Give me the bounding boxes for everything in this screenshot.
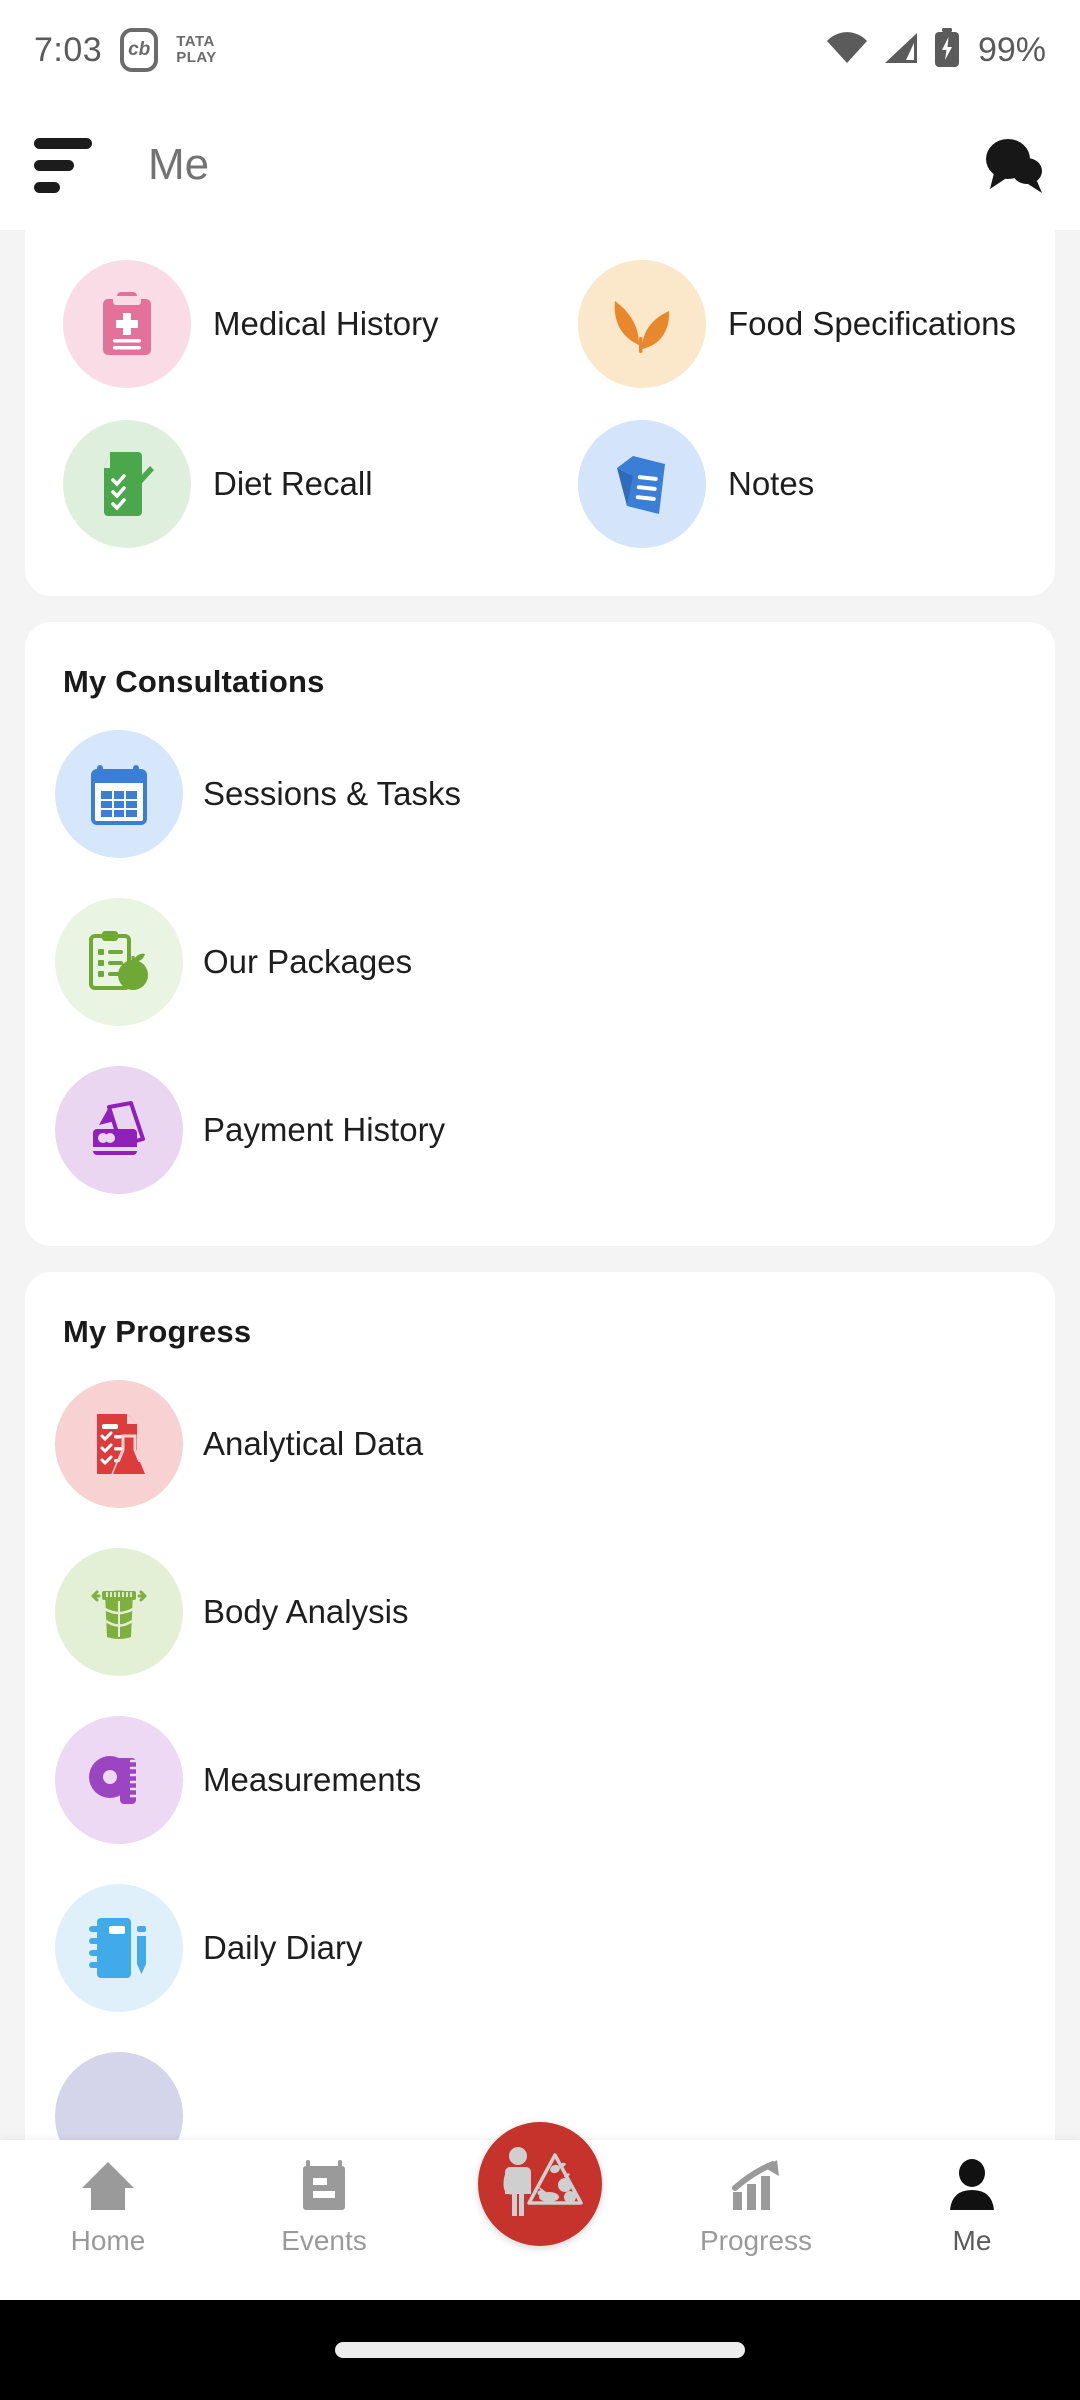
waist-measure-icon	[55, 1548, 183, 1676]
checklist-pen-icon	[63, 420, 191, 548]
list-item-body-analysis[interactable]: Body Analysis	[25, 1528, 1055, 1696]
clipboard-apple-icon	[55, 898, 183, 1026]
status-bar: 7:03 cb TATA PLAY 99%	[0, 0, 1080, 100]
system-gesture-bar	[0, 2300, 1080, 2400]
card-my-consultations: My Consultations Sessions & Tasks Our Pa…	[25, 622, 1055, 1246]
list-item-our-packages[interactable]: Our Packages	[25, 878, 1055, 1046]
progress-chart-icon	[727, 2158, 785, 2219]
grid-item-food-specifications[interactable]: Food Specifications	[540, 244, 1055, 404]
status-bar-left: 7:03 cb TATA PLAY	[34, 28, 217, 72]
nav-item-home[interactable]: Home	[0, 2140, 216, 2257]
tata-play-line2: PLAY	[176, 49, 217, 66]
leaf-sprout-icon	[578, 260, 706, 388]
item-label: Diet Recall	[213, 465, 373, 502]
phone-screen: 7:03 cb TATA PLAY 99% Me Medical History…	[0, 0, 1080, 2400]
item-label: Daily Diary	[203, 1929, 363, 1966]
item-label: Sessions & Tasks	[203, 775, 462, 812]
section-title-progress: My Progress	[63, 1314, 252, 1349]
medical-clipboard-icon	[63, 260, 191, 388]
page-title: Me	[148, 140, 210, 189]
tata-play-logo: TATA PLAY	[176, 34, 217, 66]
tape-measure-icon	[55, 1716, 183, 1844]
list-item-daily-diary[interactable]: Daily Diary	[25, 1864, 1055, 2032]
nav-item-me[interactable]: Me	[864, 2140, 1080, 2257]
item-label: Payment History	[203, 1111, 446, 1148]
cb-app-badge-icon: cb	[120, 28, 159, 72]
battery-percent: 99%	[977, 30, 1046, 69]
list-item-sessions-tasks[interactable]: Sessions & Tasks	[25, 710, 1055, 878]
status-time: 7:03	[34, 30, 103, 69]
nav-label: Home	[70, 2225, 146, 2256]
person-icon	[946, 2158, 998, 2219]
hamburger-bar-3	[34, 181, 60, 193]
calendar-icon	[55, 730, 183, 858]
item-label: Analytical Data	[203, 1425, 424, 1462]
list-item-payment-history[interactable]: Payment History	[25, 1046, 1055, 1214]
app-bar: Me	[0, 100, 1080, 230]
grid-row: Diet Recall Notes	[25, 404, 1055, 564]
cellular-signal-icon	[882, 31, 920, 70]
section-title-consultations: My Consultations	[63, 664, 325, 699]
hamburger-bar-1	[34, 137, 92, 149]
card-my-progress: My Progress Analytical Data Body Analysi…	[25, 1272, 1055, 2160]
chat-bubbles-icon[interactable]	[980, 132, 1046, 198]
nutritionist-food-pyramid-icon	[497, 2143, 583, 2226]
home-icon	[79, 2158, 137, 2219]
item-label: Notes	[728, 465, 815, 502]
scroll-content[interactable]: Medical History Food Specifications Diet…	[0, 230, 1080, 2160]
item-label: Body Analysis	[203, 1593, 409, 1630]
wifi-icon	[826, 31, 868, 69]
card-my-details: Medical History Food Specifications Diet…	[25, 230, 1055, 596]
notebook-pencil-icon	[55, 1884, 183, 2012]
status-bar-right: 99%	[826, 27, 1046, 73]
gesture-pill[interactable]	[335, 2342, 745, 2358]
nav-item-events[interactable]: Events	[216, 2140, 432, 2257]
item-label: Measurements	[203, 1761, 422, 1798]
battery-charging-icon	[934, 27, 960, 73]
grid-row: Medical History Food Specifications	[25, 244, 1055, 404]
nav-label: Me	[952, 2225, 992, 2256]
list-item-measurements[interactable]: Measurements	[25, 1696, 1055, 1864]
grid-item-notes[interactable]: Notes	[540, 404, 1055, 564]
nav-label: Progress	[699, 2225, 813, 2256]
notes-document-icon	[578, 420, 706, 548]
list-item-analytical-data[interactable]: Analytical Data	[25, 1360, 1055, 1528]
item-label: Food Specifications	[728, 305, 1016, 342]
nav-item-progress[interactable]: Progress	[648, 2140, 864, 2257]
item-label: Our Packages	[203, 943, 413, 980]
nutritionist-fab-button[interactable]	[478, 2122, 602, 2246]
nav-label: Events	[281, 2225, 367, 2256]
card-swipe-icon	[55, 1066, 183, 1194]
tata-play-line1: TATA	[176, 33, 215, 51]
grid-item-medical-history[interactable]: Medical History	[25, 244, 540, 404]
hamburger-menu-icon[interactable]	[34, 137, 92, 193]
grid-item-diet-recall[interactable]: Diet Recall	[25, 404, 540, 564]
hamburger-bar-2	[34, 159, 74, 171]
item-label: Medical History	[213, 305, 439, 342]
lab-flask-report-icon	[55, 1380, 183, 1508]
events-calendar-icon	[297, 2158, 351, 2219]
